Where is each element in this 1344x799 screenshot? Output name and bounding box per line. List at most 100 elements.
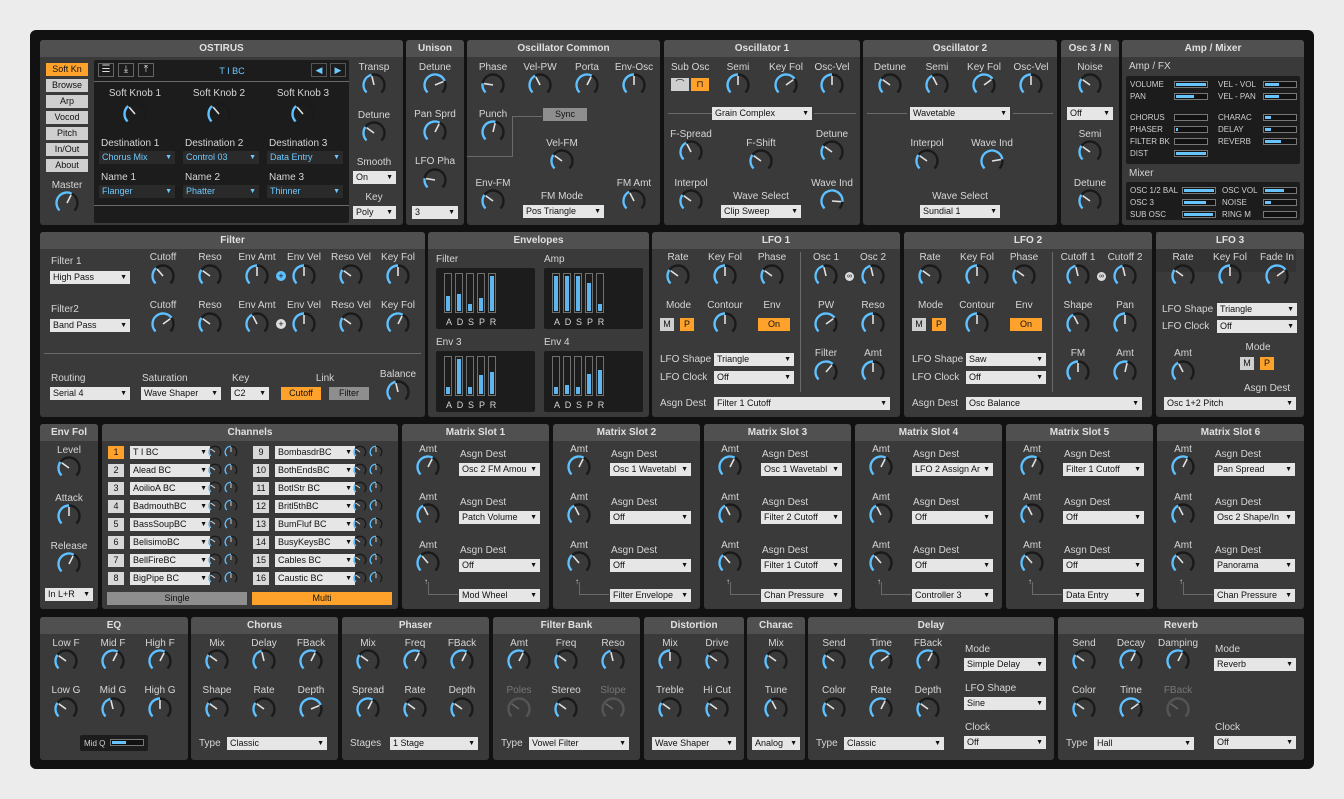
osc2-interpol-knob[interactable]	[914, 148, 940, 174]
eq-bottom-knob[interactable]	[147, 696, 173, 722]
delay-type-select[interactable]: Classic ▼	[844, 737, 944, 750]
matrix-asgn-select[interactable]: Off ▼	[912, 511, 993, 524]
channel-patch-select[interactable]: BumFluf BC ▼	[275, 518, 355, 531]
eq-bottom-knob[interactable]	[100, 696, 126, 722]
channel-number[interactable]: 2	[108, 464, 124, 477]
channel-number[interactable]: 14	[253, 536, 269, 549]
channel-patch-select[interactable]: Alead BC ▼	[130, 464, 210, 477]
delay-top-knob[interactable]	[868, 648, 894, 674]
soft-knob-1[interactable]	[122, 101, 148, 127]
envfol-attack-knob[interactable]	[56, 503, 82, 529]
chorus-bottom-knob[interactable]	[298, 696, 324, 722]
distortion-bottom-knob[interactable]	[657, 696, 683, 722]
lfo1-osc2-knob[interactable]	[860, 263, 886, 289]
channel-pan-knob[interactable]	[369, 517, 383, 531]
lfo1-shape-select[interactable]: Triangle ▼	[714, 353, 794, 366]
side-button-arp[interactable]: Arp	[46, 95, 88, 108]
matrix-amt-knob[interactable]	[566, 550, 592, 576]
lfo1-knob[interactable]	[665, 263, 691, 289]
side-button-about[interactable]: About	[46, 159, 88, 172]
envelope-slider[interactable]	[444, 273, 452, 313]
reverb-clock-select[interactable]: Off ▼	[1214, 736, 1296, 749]
reverb-type-select[interactable]: Hall ▼	[1094, 737, 1194, 750]
lfo1-pw-knob[interactable]	[813, 311, 839, 337]
matrix-asgn-select[interactable]: Off ▼	[459, 559, 540, 572]
channel-volume-knob[interactable]	[353, 553, 367, 567]
channel-number[interactable]: 9	[253, 446, 269, 459]
delay-bottom-knob[interactable]	[915, 696, 941, 722]
multi-mode-button[interactable]: Multi	[252, 592, 392, 605]
matrix-amt-knob[interactable]	[1170, 502, 1196, 528]
filter1-knob[interactable]	[150, 263, 176, 289]
lfo3-knob[interactable]	[1264, 263, 1290, 289]
fm-mode-select[interactable]: Pos Triangle ▼	[523, 205, 604, 218]
channel-pan-knob[interactable]	[369, 571, 383, 585]
osc-common-knob[interactable]	[480, 72, 506, 98]
channel-volume-knob[interactable]	[353, 517, 367, 531]
channel-volume-knob[interactable]	[353, 463, 367, 477]
delay-lfo-shape-select[interactable]: Sine ▼	[964, 697, 1046, 710]
lfo1-mode-p-button[interactable]: P	[680, 318, 694, 331]
vel-fm-knob[interactable]	[549, 148, 575, 174]
filter1-knob[interactable]	[338, 263, 364, 289]
eq-bottom-knob[interactable]	[53, 696, 79, 722]
sub-osc-square-button[interactable]: ⊓	[691, 78, 709, 91]
envelope-slider[interactable]	[455, 273, 463, 313]
filter1-knob[interactable]	[244, 263, 270, 289]
channel-pan-knob[interactable]	[224, 571, 238, 585]
channel-number[interactable]: 15	[253, 554, 269, 567]
lfo2-mode-m-button[interactable]: M	[912, 318, 926, 331]
smooth-select[interactable]: On ▼	[353, 171, 396, 184]
channel-number[interactable]: 3	[108, 482, 124, 495]
delay-top-knob[interactable]	[915, 648, 941, 674]
f-shift-knob[interactable]	[748, 148, 774, 174]
matrix-source-select[interactable]: Data Entry ▼	[1063, 589, 1144, 602]
distortion-top-knob[interactable]	[704, 648, 730, 674]
lfo3-knob[interactable]	[1170, 263, 1196, 289]
matrix-amt-knob[interactable]	[1170, 454, 1196, 480]
matrix-asgn-select[interactable]: Osc 1 Wavetabl ▼	[761, 463, 842, 476]
delay-bottom-knob[interactable]	[821, 696, 847, 722]
filter2-knob[interactable]	[150, 311, 176, 337]
charac-tune-knob[interactable]	[763, 696, 789, 722]
channel-patch-select[interactable]: T I BC ▼	[130, 446, 210, 459]
osc1-interpol-knob[interactable]	[678, 188, 704, 214]
side-button-pitch[interactable]: Pitch	[46, 127, 88, 140]
lfo3-amt-knob[interactable]	[1170, 359, 1196, 385]
link-cutoff-button[interactable]: Cutoff	[281, 387, 321, 400]
envelope-slider[interactable]	[574, 273, 582, 313]
lfo2-knob[interactable]	[1011, 263, 1037, 289]
lfo1-filter-knob[interactable]	[813, 359, 839, 385]
channel-patch-select[interactable]: BadmouthBC ▼	[130, 500, 210, 513]
filter-key-select[interactable]: C2 ▼	[231, 387, 269, 400]
channel-pan-knob[interactable]	[369, 481, 383, 495]
unison-detune-knob[interactable]	[422, 72, 448, 98]
matrix-amt-knob[interactable]	[717, 502, 743, 528]
osc2-wave-ind-knob[interactable]	[979, 148, 1005, 174]
channel-pan-knob[interactable]	[224, 481, 238, 495]
channel-pan-knob[interactable]	[369, 463, 383, 477]
envelope-slider[interactable]	[574, 356, 582, 396]
channel-pan-knob[interactable]	[224, 553, 238, 567]
phaser-bottom-knob[interactable]	[402, 696, 428, 722]
lfo3-clock-select[interactable]: Off ▼	[1217, 320, 1297, 333]
osc3-mode-select[interactable]: Off ▼	[1067, 107, 1113, 120]
name-1-select[interactable]: Flanger ▼	[99, 185, 175, 198]
delay-mode-select[interactable]: Simple Delay ▼	[964, 658, 1046, 671]
name-3-select[interactable]: Thinner ▼	[267, 185, 343, 198]
channel-number[interactable]: 1	[108, 446, 124, 459]
osc3-detune-knob[interactable]	[1077, 188, 1103, 214]
lfo1-contour-knob[interactable]	[712, 311, 738, 337]
channel-patch-select[interactable]: BellFireBC ▼	[130, 554, 210, 567]
channel-volume-knob[interactable]	[353, 481, 367, 495]
channel-number[interactable]: 6	[108, 536, 124, 549]
envelope-slider[interactable]	[585, 273, 593, 313]
sync-button[interactable]: Sync	[543, 108, 587, 121]
lfo3-mode-m-button[interactable]: M	[1240, 357, 1254, 370]
lfo2-knob[interactable]	[964, 263, 990, 289]
eq-top-knob[interactable]	[147, 648, 173, 674]
channel-volume-knob[interactable]	[208, 517, 222, 531]
matrix-asgn-select[interactable]: Panorama ▼	[1214, 559, 1295, 572]
chorus-top-knob[interactable]	[251, 648, 277, 674]
osc2-knob[interactable]	[924, 72, 950, 98]
